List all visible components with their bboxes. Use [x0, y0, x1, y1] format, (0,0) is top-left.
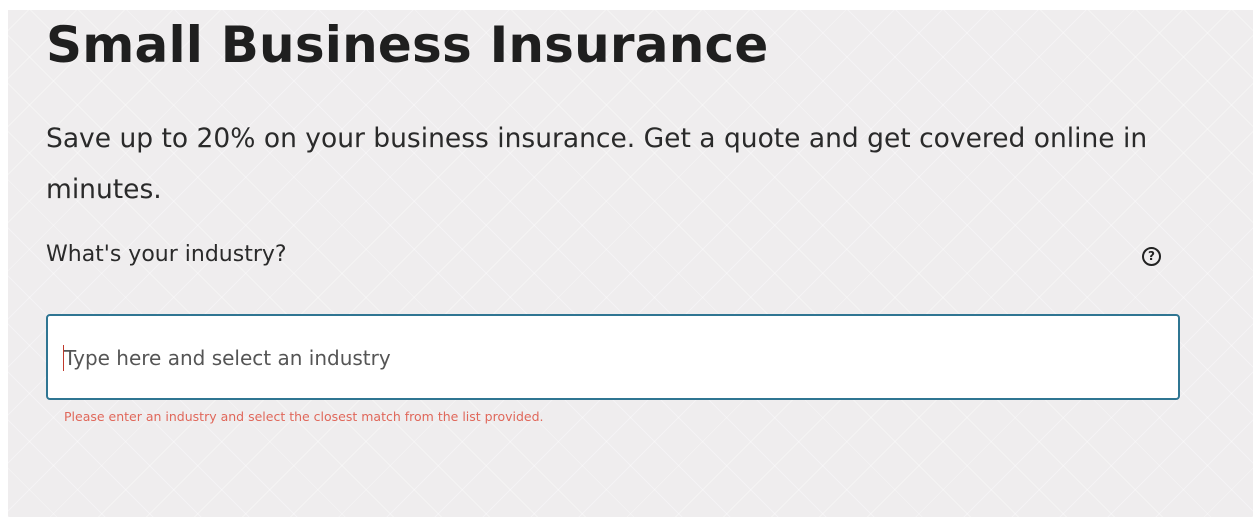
industry-search-input[interactable]: [64, 341, 1154, 375]
industry-input-container: [46, 314, 1180, 400]
text-caret: [63, 345, 64, 371]
hero-panel: Small Business Insurance Save up to 20% …: [8, 10, 1253, 517]
page-title: Small Business Insurance: [46, 16, 769, 74]
industry-error-message: Please enter an industry and select the …: [64, 409, 544, 424]
page-subtitle: Save up to 20% on your business insuranc…: [46, 123, 1148, 205]
help-icon[interactable]: ?: [1142, 247, 1161, 266]
industry-question-label: What's your industry?: [46, 242, 287, 267]
